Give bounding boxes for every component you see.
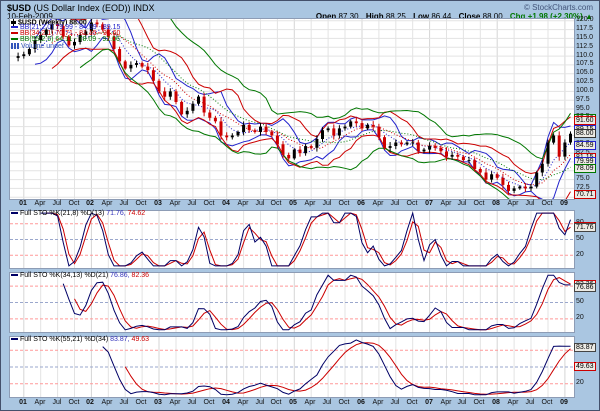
y-axis-tick: 117.5 xyxy=(576,25,593,32)
stochastic-panel-3 xyxy=(9,336,575,398)
panel-y-tick: 50 xyxy=(576,235,584,242)
plot-canvas xyxy=(10,273,574,332)
panel-y-tick: 20 xyxy=(576,379,584,386)
panel-value-badge: 49.63 xyxy=(574,362,596,371)
legend-row: Volume undef xyxy=(11,43,120,49)
panel-k-value: 71.76, xyxy=(106,210,127,217)
panel-legend: Full STO %K(34,13) %D(21) 76.86, 82.36 xyxy=(11,273,149,279)
line-swatch-icon xyxy=(11,274,18,276)
price-badge: 78.09 xyxy=(574,164,596,173)
y-axis-tick: 107.5 xyxy=(576,60,594,67)
y-axis-tick: 120.0 xyxy=(576,16,594,23)
price-badge: 88.00 xyxy=(574,129,596,138)
y-axis-tick: 105.0 xyxy=(576,69,594,76)
panel-y-tick: 20 xyxy=(576,251,584,258)
y-axis-tick: 97.5 xyxy=(576,96,590,103)
panel-value-badge: 83.87 xyxy=(574,343,596,352)
panel-legend-label: Full STO %K(34,13) %D(21) xyxy=(20,272,110,279)
line-swatch-icon xyxy=(11,212,18,214)
y-axis-tick: 102.5 xyxy=(576,78,594,85)
panel-legend: Full STO %K(21,8) %D(13) 71.76, 74.62 xyxy=(11,211,145,217)
price-badge: 91.60 xyxy=(574,116,596,125)
legend-text: Volume undef xyxy=(21,43,64,50)
y-axis-tick: 95.0 xyxy=(576,105,590,112)
y-axis-tick: 115.0 xyxy=(576,34,593,41)
price-badge: 70.71 xyxy=(574,190,596,199)
panel-d-value: 49.63 xyxy=(132,336,150,343)
panel-y-tick: 50 xyxy=(576,298,584,305)
date-tick: 09 xyxy=(553,398,575,407)
plot-canvas xyxy=(10,337,574,397)
y-axis-tick: 75.0 xyxy=(576,175,590,182)
panel-k-value: 76.86, xyxy=(110,272,131,279)
candlestick-icon xyxy=(11,19,16,26)
volume-icon xyxy=(11,43,19,49)
panel-d-value: 82.36 xyxy=(132,272,150,279)
stockcharts-sharpchart: $USD (US Dollar Index (EOD)) INDX © Stoc… xyxy=(0,0,600,411)
line-swatch-icon xyxy=(11,26,18,28)
line-swatch-icon xyxy=(11,38,18,40)
stockcharts-credit-link[interactable]: © StockCharts.com xyxy=(524,3,593,12)
date-tick: 09 xyxy=(553,199,575,208)
line-swatch-icon xyxy=(11,338,18,340)
stochastic-panel-2 xyxy=(9,272,575,333)
price-badge: 84.59 xyxy=(574,141,596,150)
panel-value-badge: 76.86 xyxy=(574,283,596,292)
y-axis-tick: 100.0 xyxy=(576,87,594,94)
panel-legend-label: Full STO %K(55,21) %D(34) xyxy=(20,336,110,343)
panel-value-badge: 71.76 xyxy=(574,223,596,232)
y-axis-tick: 112.5 xyxy=(576,43,593,50)
panel-legend: Full STO %K(55,21) %D(34) 83.87, 49.63 xyxy=(11,337,149,343)
panel-legend-label: Full STO %K(21,8) %D(13) xyxy=(20,210,106,217)
panel-d-value: 74.62 xyxy=(128,210,146,217)
panel-y-tick: 20 xyxy=(576,314,584,321)
panel-k-value: 83.87, xyxy=(110,336,131,343)
y-axis-tick: 110.0 xyxy=(576,52,593,59)
main-legend: $USD (Weekly) 88.00BB(21,2.0) 79.99 - 84… xyxy=(11,19,120,49)
line-swatch-icon xyxy=(11,32,18,34)
stochastic-panel-1 xyxy=(9,210,575,269)
plot-canvas xyxy=(10,211,574,268)
